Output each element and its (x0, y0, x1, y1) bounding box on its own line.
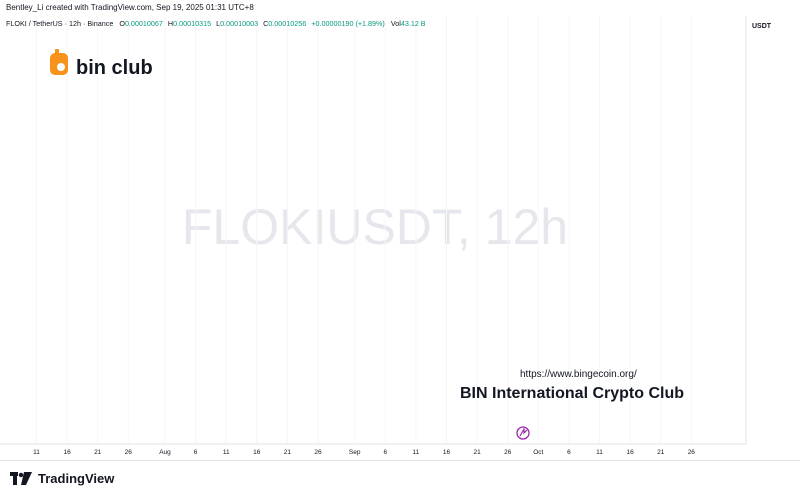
symbol-watermark: FLOKIUSDT, 12h (182, 199, 568, 255)
symbol-title: FLOKI / TetherUS · 12h · Binance (6, 19, 113, 28)
time-tick-label: 26 (314, 449, 322, 456)
time-tick-label: 21 (94, 449, 102, 456)
brand-tagline: BIN International Crypto Club (460, 385, 684, 402)
time-tick-label: 16 (253, 449, 261, 456)
price-axis[interactable] (746, 16, 800, 444)
open-value: 0.00010067 (125, 19, 163, 28)
time-tick-label: 6 (567, 449, 571, 456)
volume-value: 43.12 B (401, 19, 426, 28)
time-tick-label: 11 (596, 449, 603, 456)
bin-club-name: bin club (76, 57, 153, 79)
time-tick-label: Oct (533, 449, 543, 456)
time-tick-label: 11 (413, 449, 420, 456)
time-tick-label: 16 (627, 449, 635, 456)
low-value: 0.00010003 (220, 19, 258, 28)
svg-text:FLOKI / TetherUS · 12h · Binan: FLOKI / TetherUS · 12h · Binance O0.0001… (6, 19, 426, 28)
time-tick-label: 21 (284, 449, 292, 456)
time-tick-label: 11 (223, 449, 230, 456)
chart-area[interactable]: FLOKIUSDT, 12h 1.272 (0.00017726)1.13 (0… (0, 16, 800, 460)
time-axis[interactable] (0, 444, 746, 460)
time-tick-label: 16 (63, 449, 71, 456)
axis-currency: USDT (752, 23, 772, 30)
time-tick-label: 21 (657, 449, 665, 456)
ohlc-legend: FLOKI / TetherUS · 12h · Binance O0.0001… (6, 19, 426, 28)
time-tick-label: Sep (349, 449, 361, 456)
top-bar: Bentley_Li created with TradingView.com,… (0, 0, 800, 16)
time-tick-label: 6 (384, 449, 388, 456)
time-tick-label: 26 (125, 449, 133, 456)
time-tick-label: 6 (194, 449, 198, 456)
brand-url: https://www.bingecoin.org/ (520, 369, 637, 380)
footer-bar: TradingView (0, 460, 800, 497)
time-tick-label: 11 (33, 449, 40, 456)
close-value: 0.00010256 (268, 19, 306, 28)
time-tick-label: 16 (443, 449, 451, 456)
chart-credit: Bentley_Li created with TradingView.com,… (6, 3, 254, 12)
high-value: 0.00010315 (173, 19, 211, 28)
time-tick-label: 21 (474, 449, 482, 456)
tradingview-logo-icon (10, 471, 32, 485)
time-tick-label: 26 (504, 449, 512, 456)
change-value: +0.00000190 (+1.89%) (311, 19, 385, 28)
replay-icon[interactable] (516, 426, 530, 440)
price-chart[interactable]: FLOKIUSDT, 12h 1.272 (0.00017726)1.13 (0… (0, 16, 800, 460)
bin-club-logo: bin club (50, 49, 153, 79)
time-tick-label: Aug (159, 449, 171, 456)
tradingview-name: TradingView (38, 471, 115, 486)
tradingview-logo[interactable]: TradingView (10, 471, 114, 486)
time-tick-label: 26 (688, 449, 696, 456)
